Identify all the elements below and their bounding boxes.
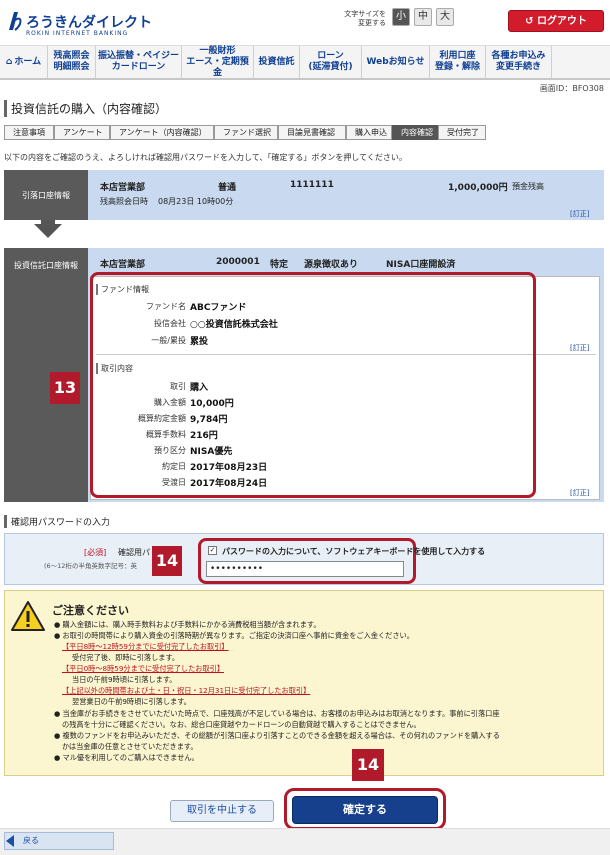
nav-item-loan[interactable]: ローン (延滞貸付) (300, 46, 362, 78)
confirm-button[interactable]: 確定する (292, 796, 438, 824)
warning-icon (11, 601, 45, 631)
caution-line-6: 当日の午前9時頃に引落します。 (72, 675, 177, 684)
cancel-transaction-button[interactable]: 取引を中止する (170, 800, 274, 822)
nav-label-2: (延滞貸付) (308, 62, 353, 72)
nav-label-2: 登録・解除 (434, 62, 480, 72)
account-edit-link[interactable]: [訂正] (570, 209, 589, 219)
step-badge-13: 13 (50, 372, 80, 404)
caution-line-1: ● 購入金額には、購入時手数料および手数料にかかる消費税相当額が含まれます。 (54, 620, 321, 629)
software-keyboard-label: パスワードの入力について、ソフトウェアキーボードを使用して入力する (222, 547, 486, 556)
caution-line-13: ● マル優を利用してのご購入はできません。 (54, 753, 199, 762)
password-hint: (6～12桁の半角英数字記号：英 (44, 562, 137, 570)
caution-line-5: 【平日0時～8時59分までに受付完了したお取引】 (62, 664, 225, 673)
password-input[interactable]: •••••••••• (206, 561, 404, 577)
logo-text: ろうきんダイレクト (26, 15, 152, 31)
rokin-logo-icon (9, 12, 22, 31)
caution-line-8: 翌営業日の午前9時頃に引落します。 (72, 697, 191, 706)
nav-item-balance[interactable]: 残高照会 明細照会 (48, 46, 96, 78)
invest-account-type: 特定 (270, 260, 289, 270)
instruction-text: 以下の内容をご確認のうえ、よろしければ確認用パスワードを入力して、「確定する」ボ… (4, 153, 407, 162)
logo-subtitle: ROKIN INTERNET BANKING (26, 30, 129, 37)
nav-label-1: 利用口座 (439, 51, 476, 61)
nav-label-1: 一般財形 (199, 45, 236, 56)
font-size-small-button[interactable]: 小 (392, 8, 410, 26)
step-prospectus: 目論見書確認 (278, 125, 346, 140)
logout-icon: ↺ (525, 16, 537, 27)
page-title: 投資信託の購入（内容確認） (4, 100, 167, 117)
logout-label: ログアウト (536, 16, 587, 27)
nav-label-2: エース・定期預金 (186, 56, 249, 78)
back-arrow-icon (6, 835, 14, 847)
logout-button[interactable]: ↺ ログアウト (508, 10, 604, 32)
account-balance-note: 預金残高 (512, 182, 544, 191)
nav-item-account-register[interactable]: 利用口座 登録・解除 (430, 46, 486, 78)
font-size-label: 文字サイズを 変更する (342, 10, 386, 28)
font-size-large-button[interactable]: 大 (436, 8, 454, 26)
step-fund-select: ファンド選択 (214, 125, 278, 140)
nav-label-2: カードローン (111, 62, 166, 72)
caution-line-7: 【上記以外の時間帯および土・日・祝日・12月31日に受付完了したお取引】 (62, 686, 311, 695)
password-section-title: 確認用パスワードの入力 (4, 515, 110, 528)
back-button[interactable]: 戻る (4, 832, 114, 850)
nav-label-1: Webお知らせ (366, 56, 425, 67)
account-type: 普通 (218, 183, 237, 193)
trade-edit-link[interactable]: [訂正] (570, 488, 589, 498)
nav-home-label: ホーム (14, 56, 42, 67)
back-label: 戻る (23, 836, 39, 845)
nav-label-2: 明細照会 (53, 62, 90, 72)
invest-tax-type: 源泉徴収あり (304, 260, 359, 270)
step-notice: 注意事項 (4, 125, 54, 140)
withdrawal-account-label: 引落口座情報 (4, 170, 88, 220)
invest-account-number: 2000001 (216, 257, 260, 267)
home-icon: ⌂ (5, 56, 13, 67)
step-apply: 購入申込 (346, 125, 392, 140)
balance-date: 08月23日 10時00分 (158, 197, 234, 206)
header: ろうきんダイレクト ROKIN INTERNET BANKING 文字サイズを … (0, 0, 610, 46)
nav-label-1: 投資信託 (258, 56, 295, 67)
nav-label-2: 変更手続き (495, 62, 541, 72)
invest-nisa-status: NISA口座開設済 (386, 260, 456, 270)
caution-line-9: ● 当金庫がお手続きをさせていただいた時点で、口座残高が不足している場合は、お客… (54, 709, 500, 718)
invest-branch: 本店営業部 (100, 260, 146, 270)
font-size-label-line2: 変更する (358, 19, 386, 27)
nav-item-transfer[interactable]: 振込振替・ペイジー カードローン (96, 46, 182, 78)
font-size-label-line1: 文字サイズを (344, 10, 386, 18)
account-number: 1111111 (290, 180, 334, 190)
step-confirm: 内容確認 (392, 125, 438, 140)
nav-label-1: 振込振替・ペイジー (97, 51, 179, 61)
font-size-medium-button[interactable]: 中 (414, 8, 432, 26)
step-complete: 受付完了 (438, 125, 486, 140)
password-label: 確認用パ (118, 548, 150, 557)
caution-line-4: 受付完了後、即時に引落します。 (72, 653, 180, 662)
account-branch: 本店営業部 (100, 183, 146, 193)
step-survey-confirm: アンケート（内容確認） (110, 125, 214, 140)
nav-home[interactable]: ⌂ ホーム (0, 46, 48, 78)
software-keyboard-checkbox[interactable]: ✓ (208, 546, 217, 555)
caution-line-10: の残高を十分にご確認ください。なお、総合口座貸越やカードローンの自動貸越で購入す… (62, 720, 421, 729)
withdrawal-account-panel (4, 170, 604, 220)
step-badge-14-confirm: 14 (352, 749, 384, 781)
arrow-down-icon (34, 224, 62, 238)
highlight-frame-13 (90, 272, 536, 498)
caution-line-2: ● お取引の時間帯により購入資金の引落時期が異なります。ご指定の決済口座へ事前に… (54, 631, 414, 640)
global-nav: ⌂ ホーム 残高照会 明細照会 振込振替・ペイジー カードローン 一般財形 エース・定期… (0, 46, 610, 80)
caution-line-3: 【平日8時～12時59分までに受付完了したお取引】 (62, 642, 229, 651)
nav-item-applications[interactable]: 各種お申込み 変更手続き (486, 46, 552, 78)
fund-edit-link[interactable]: [訂正] (570, 343, 589, 353)
step-survey: アンケート (54, 125, 110, 140)
caution-line-11: ● 複数のファンドをお申込みいただき、その総額が引落口座より引落すことのできる金… (54, 731, 500, 740)
nav-label-1: 残高照会 (53, 51, 90, 61)
nav-label-1: ローン (317, 51, 344, 61)
balance-date-label: 残高照会日時 (100, 197, 148, 206)
screen-id: 画面ID：BFO308 (539, 84, 604, 93)
required-badge: [必須] (84, 548, 107, 557)
nav-item-savings[interactable]: 一般財形 エース・定期預金 (182, 46, 254, 78)
step-badge-14-password: 14 (152, 546, 182, 576)
nav-label-1: 各種お申込み (491, 51, 546, 61)
nav-item-investment[interactable]: 投資信託 (254, 46, 300, 78)
nav-item-web-notice[interactable]: Webお知らせ (362, 46, 430, 78)
caution-title: ご注意ください (52, 604, 129, 617)
account-balance: 1,000,000円 (448, 183, 508, 193)
caution-line-12: かは当金庫の任意とさせていただきます。 (62, 742, 198, 751)
